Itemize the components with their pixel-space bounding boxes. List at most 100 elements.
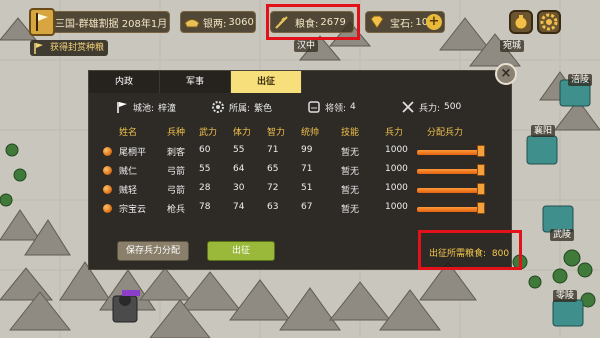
- col-type: 兵种: [167, 128, 186, 138]
- settings-button[interactable]: [537, 10, 561, 34]
- general-name: 宗宝云: [119, 205, 147, 215]
- city-label-fuling[interactable]: 涪陵: [568, 74, 593, 86]
- city-label-hanzhong[interactable]: 汉中: [294, 40, 319, 52]
- general-table-header: 姓名 兵种 武力 体力 智力 统帅 技能 兵力 分配兵力: [89, 125, 513, 139]
- flag-icon: [29, 8, 55, 36]
- troop-alloc-slider[interactable]: [417, 207, 479, 212]
- city-label: 城池:: [133, 103, 155, 114]
- general-select-dot[interactable]: [103, 185, 112, 194]
- tab-military[interactable]: 军事: [160, 71, 231, 93]
- troops-info: 兵力: 500: [401, 100, 461, 114]
- crossed-swords-icon: [402, 101, 414, 113]
- resource-button[interactable]: [509, 10, 533, 34]
- flag-icon: [117, 102, 127, 113]
- city-label-lingling[interactable]: 零陵: [553, 290, 578, 302]
- general-skill: 暂无: [341, 205, 360, 215]
- general-command: 67: [301, 202, 313, 212]
- col-intellect: 智力: [267, 128, 286, 138]
- general-skill: 暂无: [341, 148, 360, 158]
- city-value: 梓潼: [158, 103, 177, 114]
- gear-icon: [540, 13, 558, 31]
- general-force: 60: [199, 145, 211, 155]
- general-intellect: 65: [267, 164, 279, 174]
- troops-value: 500: [444, 102, 462, 112]
- col-force: 武力: [199, 128, 218, 138]
- col-skill: 技能: [341, 128, 360, 138]
- general-name: 贼轻: [119, 186, 138, 196]
- helmet-icon: [308, 101, 320, 113]
- col-stamina: 体力: [233, 128, 252, 138]
- silver-ingot-icon: [184, 19, 200, 28]
- general-skill: 暂无: [341, 167, 360, 177]
- general-type: 刺客: [167, 148, 186, 158]
- general-stamina: 74: [233, 202, 245, 212]
- general-command: 99: [301, 145, 313, 155]
- silver-counter: 银两: 3060: [180, 11, 256, 33]
- scenario-banner: 三国-群雄割据 208年1月: [29, 8, 170, 36]
- city-label-wuling[interactable]: 武陵: [550, 229, 575, 241]
- general-name: 贼仁: [119, 167, 138, 177]
- troop-alloc-handle[interactable]: [477, 145, 485, 157]
- col-troops: 兵力: [385, 128, 404, 138]
- troop-alloc-slider[interactable]: [417, 150, 479, 155]
- close-icon: ×: [500, 66, 512, 81]
- dispatch-button[interactable]: 出征: [207, 241, 275, 261]
- troop-alloc-slider[interactable]: [417, 169, 479, 174]
- col-alloc: 分配兵力: [427, 128, 464, 138]
- general-stamina: 55: [233, 145, 245, 155]
- troop-alloc-handle[interactable]: [477, 202, 485, 214]
- generals-label: 将领:: [325, 103, 347, 114]
- general-force: 55: [199, 164, 211, 174]
- general-intellect: 63: [267, 202, 279, 212]
- general-type: 弓箭: [167, 186, 186, 196]
- tab-domestic[interactable]: 内政: [89, 71, 160, 93]
- tab-dispatch[interactable]: 出征: [231, 71, 302, 93]
- general-type: 枪兵: [167, 205, 186, 215]
- general-stamina: 30: [233, 183, 245, 193]
- col-name: 姓名: [119, 128, 138, 138]
- table-row[interactable]: 尾桐平 刺客 60 55 71 99 暂无 1000: [89, 143, 513, 161]
- coin-bag-icon: [514, 15, 528, 30]
- general-stamina: 64: [233, 164, 245, 174]
- general-troops: 1000: [385, 164, 408, 174]
- add-gem-button[interactable]: +: [426, 14, 442, 30]
- general-troops: 1000: [385, 183, 408, 193]
- city-label-xiangyang[interactable]: 襄阳: [531, 125, 556, 137]
- general-intellect: 72: [267, 183, 279, 193]
- highlight-food-counter: [266, 4, 360, 40]
- flag-icon: [34, 43, 43, 54]
- general-skill: 暂无: [341, 186, 360, 196]
- general-force: 28: [199, 183, 211, 193]
- reward-button[interactable]: 获得封赏种粮: [30, 40, 108, 56]
- belong-info: 所属: 紫色: [211, 100, 272, 114]
- belong-label: 所属:: [229, 103, 251, 114]
- general-command: 51: [301, 183, 313, 193]
- reward-button-label: 获得封赏种粮: [50, 43, 105, 53]
- general-command: 71: [301, 164, 313, 174]
- table-row[interactable]: 贼轻 弓箭 28 30 72 51 暂无 1000: [89, 181, 513, 199]
- general-select-dot[interactable]: [103, 204, 112, 213]
- general-select-dot[interactable]: [103, 166, 112, 175]
- city-info-row: 城池: 梓潼 所属: 紫色 将领: 4 兵力: 500: [89, 97, 513, 117]
- city-label-wancheng[interactable]: 宛城: [500, 40, 525, 52]
- troop-alloc-handle[interactable]: [477, 183, 485, 195]
- troop-alloc-handle[interactable]: [477, 164, 485, 176]
- troop-alloc-slider[interactable]: [417, 188, 479, 193]
- general-troops: 1000: [385, 202, 408, 212]
- gear-icon: [212, 101, 224, 113]
- panel-tabs: 内政 军事 出征: [89, 71, 302, 93]
- table-row[interactable]: 宗宝云 枪兵 78 74 63 67 暂无 1000: [89, 200, 513, 218]
- scenario-text: 三国-群雄割据 208年1月: [55, 18, 168, 30]
- general-name: 尾桐平: [119, 148, 147, 158]
- highlight-food-required: [418, 230, 522, 270]
- general-force: 78: [199, 202, 211, 212]
- save-troop-alloc-button[interactable]: 保存兵力分配: [117, 241, 189, 261]
- gem-label: 宝石:: [390, 18, 414, 30]
- close-panel-button[interactable]: ×: [495, 63, 517, 85]
- generals-info: 将领: 4: [307, 100, 356, 114]
- general-intellect: 71: [267, 145, 279, 155]
- col-command: 统帅: [301, 128, 320, 138]
- generals-value: 4: [350, 102, 356, 112]
- table-row[interactable]: 贼仁 弓箭 55 64 65 71 暂无 1000: [89, 162, 513, 180]
- general-select-dot[interactable]: [103, 147, 112, 156]
